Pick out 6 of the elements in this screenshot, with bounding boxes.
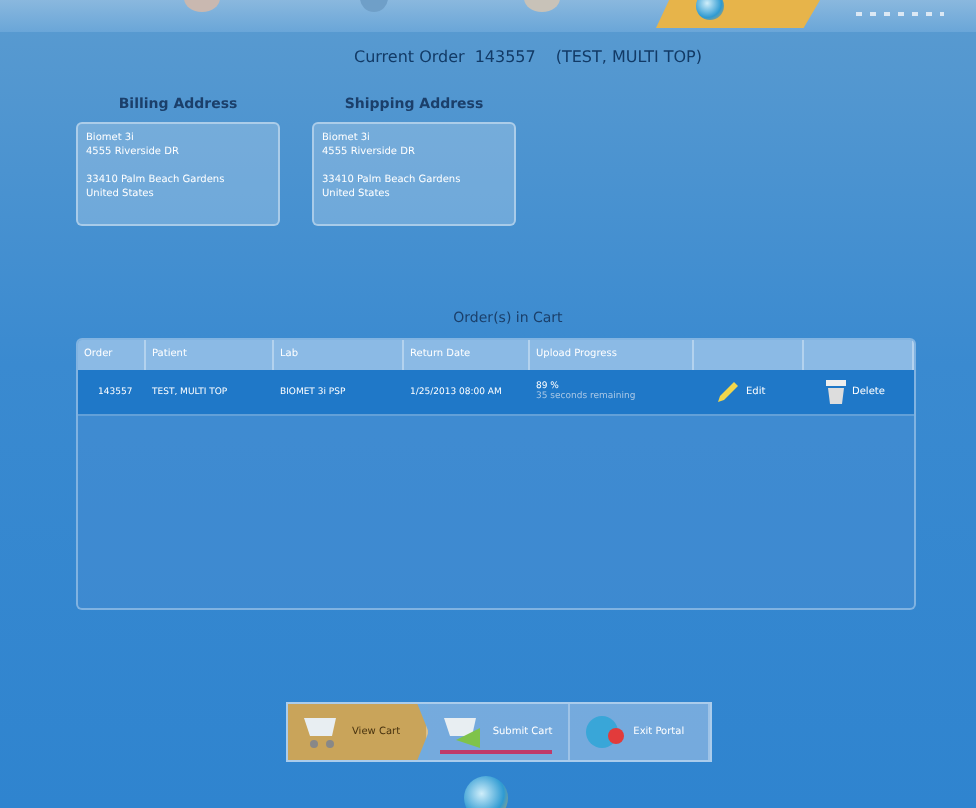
current-order-number: 143557 — [474, 48, 536, 66]
pencil-icon — [716, 380, 740, 404]
trash-icon — [826, 378, 846, 406]
cart-icon — [440, 712, 485, 752]
current-order-patient: (TEST, MULTI TOP) — [555, 48, 703, 66]
current-order-label: Current Order — [353, 48, 465, 66]
